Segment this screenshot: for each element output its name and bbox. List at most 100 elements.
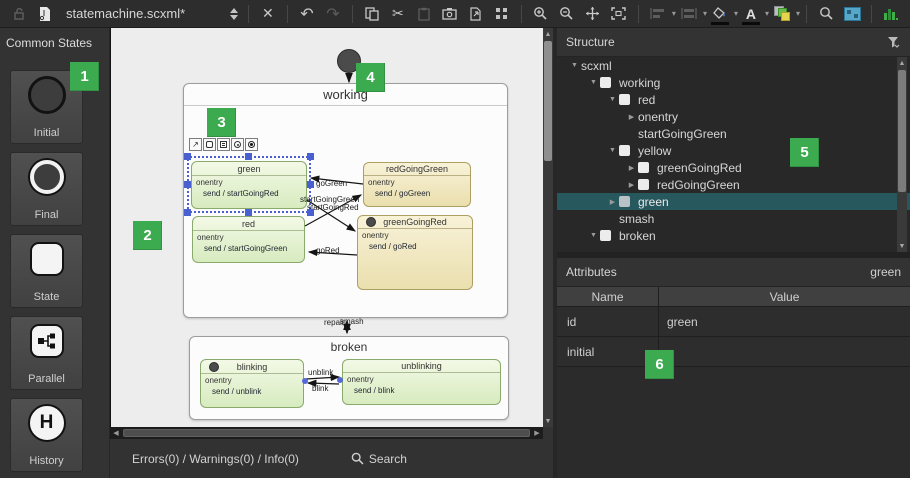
expander-open-icon[interactable]: ▼ bbox=[606, 96, 619, 103]
tree-row-yellow[interactable]: ▼ yellow bbox=[557, 142, 910, 159]
copy-button[interactable] bbox=[361, 2, 383, 26]
scroll-up-icon[interactable]: ▲ bbox=[897, 57, 907, 69]
scroll-up-icon[interactable]: ▲ bbox=[543, 28, 553, 40]
transition-label-goGreen[interactable]: goGreen bbox=[316, 179, 347, 188]
attribute-value[interactable] bbox=[659, 337, 910, 366]
expander-closed-icon[interactable]: ▶ bbox=[625, 181, 638, 189]
state-green[interactable]: green onentry send / startGoingRed bbox=[191, 161, 307, 209]
expander-open-icon[interactable]: ▼ bbox=[568, 62, 581, 69]
zoom-out-button[interactable] bbox=[556, 2, 578, 26]
tree-row-broken[interactable]: ▼ broken bbox=[557, 227, 910, 244]
column-header-value[interactable]: Value bbox=[659, 287, 910, 306]
fit-to-screen-button[interactable] bbox=[608, 2, 630, 26]
expander-closed-icon[interactable]: ▶ bbox=[606, 198, 619, 206]
scroll-down-icon[interactable]: ▼ bbox=[897, 240, 907, 252]
scroll-left-icon[interactable]: ◀ bbox=[110, 429, 122, 437]
transition-label-unblink[interactable]: unblink bbox=[308, 368, 333, 377]
sidebar-item-parallel[interactable]: Parallel bbox=[10, 316, 83, 390]
cut-button[interactable]: ✂ bbox=[387, 2, 409, 26]
tree-row-scxml[interactable]: ▼ scxml bbox=[557, 57, 910, 74]
lock-open-icon[interactable] bbox=[8, 2, 30, 26]
statistics-button[interactable] bbox=[880, 2, 902, 26]
tree-row-green-selected[interactable]: ▶ green bbox=[557, 193, 910, 210]
add-final-icon[interactable] bbox=[245, 138, 258, 151]
tree-row-onentry[interactable]: ▶ onentry bbox=[557, 108, 910, 125]
zoom-in-button[interactable] bbox=[530, 2, 552, 26]
fill-color-button[interactable] bbox=[709, 2, 731, 26]
document-selector[interactable]: statemachine.scxml* bbox=[66, 6, 230, 21]
transition-label-smash[interactable]: smash bbox=[340, 317, 364, 326]
pan-tool-button[interactable] bbox=[582, 2, 604, 26]
attribute-row-id[interactable]: id green bbox=[557, 307, 910, 337]
add-transition-icon[interactable]: ↗ bbox=[189, 138, 202, 151]
expander-closed-icon[interactable]: ▶ bbox=[625, 113, 638, 121]
expander-open-icon[interactable]: ▼ bbox=[587, 232, 600, 239]
expander-closed-icon[interactable]: ▶ bbox=[625, 164, 638, 172]
undo-button[interactable]: ↶ bbox=[296, 2, 318, 26]
selection-handle[interactable] bbox=[245, 209, 252, 216]
canvas-vertical-scrollbar[interactable]: ▲ ▼ bbox=[543, 28, 553, 427]
navigator-button[interactable] bbox=[841, 2, 863, 26]
align-caret-icon[interactable]: ▾ bbox=[672, 9, 676, 18]
adjust-caret-icon[interactable]: ▾ bbox=[703, 9, 707, 18]
tree-row-redGoingGreen[interactable]: ▶ redGoingGreen bbox=[557, 176, 910, 193]
document-spinner[interactable] bbox=[230, 8, 238, 20]
filter-icon[interactable] bbox=[887, 36, 901, 48]
transition-label-goRed[interactable]: goRed bbox=[316, 246, 340, 255]
sidebar-item-state[interactable]: State bbox=[10, 234, 83, 308]
selection-handle[interactable] bbox=[245, 153, 252, 160]
expander-open-icon[interactable]: ▼ bbox=[587, 79, 600, 86]
scroll-down-icon[interactable]: ▼ bbox=[543, 415, 553, 427]
transition-label-startGoingRed[interactable]: startGoingRed bbox=[307, 203, 359, 212]
issues-summary[interactable]: Errors(0) / Warnings(0) / Info(0) bbox=[132, 452, 299, 466]
selection-handle[interactable] bbox=[307, 209, 314, 216]
state-redGoingGreen[interactable]: redGoingGreen onentry send / goGreen bbox=[363, 162, 471, 207]
add-history-icon[interactable] bbox=[231, 138, 244, 151]
add-state-icon[interactable] bbox=[203, 138, 216, 151]
state-unblinking[interactable]: unblinking onentry send / blink bbox=[342, 359, 501, 405]
state-greenGoingRed[interactable]: greenGoingRed onentry send / goRed bbox=[357, 215, 473, 290]
fill-color-caret-icon[interactable]: ▾ bbox=[734, 9, 738, 18]
canvas-horizontal-scrollbar[interactable]: ◀ ▶ bbox=[110, 427, 543, 439]
color-theme-caret-icon[interactable]: ▾ bbox=[796, 9, 800, 18]
attribute-row-initial[interactable]: initial bbox=[557, 337, 910, 367]
sidebar-item-history[interactable]: H History bbox=[10, 398, 83, 472]
redo-button[interactable]: ↷ bbox=[322, 2, 344, 26]
diagram-canvas[interactable]: working yellow redGoingGreen onentry sen… bbox=[110, 28, 543, 427]
search-toolbar-button[interactable] bbox=[815, 2, 837, 26]
tree-row-startGoingGreen[interactable]: startGoingGreen bbox=[557, 125, 910, 142]
tree-row-working[interactable]: ▼ working bbox=[557, 74, 910, 91]
selection-handle[interactable] bbox=[184, 153, 191, 160]
state-red[interactable]: red onentry send / startGoingGreen bbox=[192, 216, 305, 263]
tree-scroll-thumb[interactable] bbox=[898, 70, 906, 192]
tree-row-red[interactable]: ▼ red bbox=[557, 91, 910, 108]
expander-open-icon[interactable]: ▼ bbox=[606, 147, 619, 154]
selection-handle[interactable] bbox=[184, 181, 191, 188]
tree-scrollbar[interactable]: ▲ ▼ bbox=[897, 57, 907, 252]
state-blinking[interactable]: blinking onentry send / unblink bbox=[200, 359, 304, 408]
tree-row-smash[interactable]: smash bbox=[557, 210, 910, 227]
column-header-name[interactable]: Name bbox=[557, 287, 659, 306]
tree-row-greenGoingRed[interactable]: ▶ greenGoingRed bbox=[557, 159, 910, 176]
selection-handle[interactable] bbox=[307, 153, 314, 160]
vertical-scroll-thumb[interactable] bbox=[544, 41, 552, 161]
screenshot-button[interactable] bbox=[439, 2, 461, 26]
sidebar-item-final[interactable]: Final bbox=[10, 152, 83, 226]
selection-handle[interactable] bbox=[184, 209, 191, 216]
scroll-right-icon[interactable]: ▶ bbox=[531, 429, 543, 437]
align-states-button[interactable] bbox=[647, 2, 669, 26]
add-parallel-icon[interactable] bbox=[217, 138, 230, 151]
attribute-value[interactable]: green bbox=[659, 307, 910, 336]
font-color-caret-icon[interactable]: ▾ bbox=[765, 9, 769, 18]
color-theme-button[interactable] bbox=[771, 2, 793, 26]
transition-label-blink[interactable]: blink bbox=[312, 384, 328, 393]
adjust-states-button[interactable] bbox=[678, 2, 700, 26]
close-document-button[interactable]: ✕ bbox=[257, 2, 279, 26]
export-canvas-button[interactable] bbox=[465, 2, 487, 26]
magnifier-grid-icon[interactable] bbox=[491, 2, 513, 26]
font-color-button[interactable]: A bbox=[740, 2, 762, 26]
horizontal-scroll-thumb[interactable] bbox=[123, 429, 530, 437]
paste-button[interactable] bbox=[413, 2, 435, 26]
search-control[interactable]: Search bbox=[351, 452, 407, 466]
selection-handle[interactable] bbox=[307, 181, 314, 188]
